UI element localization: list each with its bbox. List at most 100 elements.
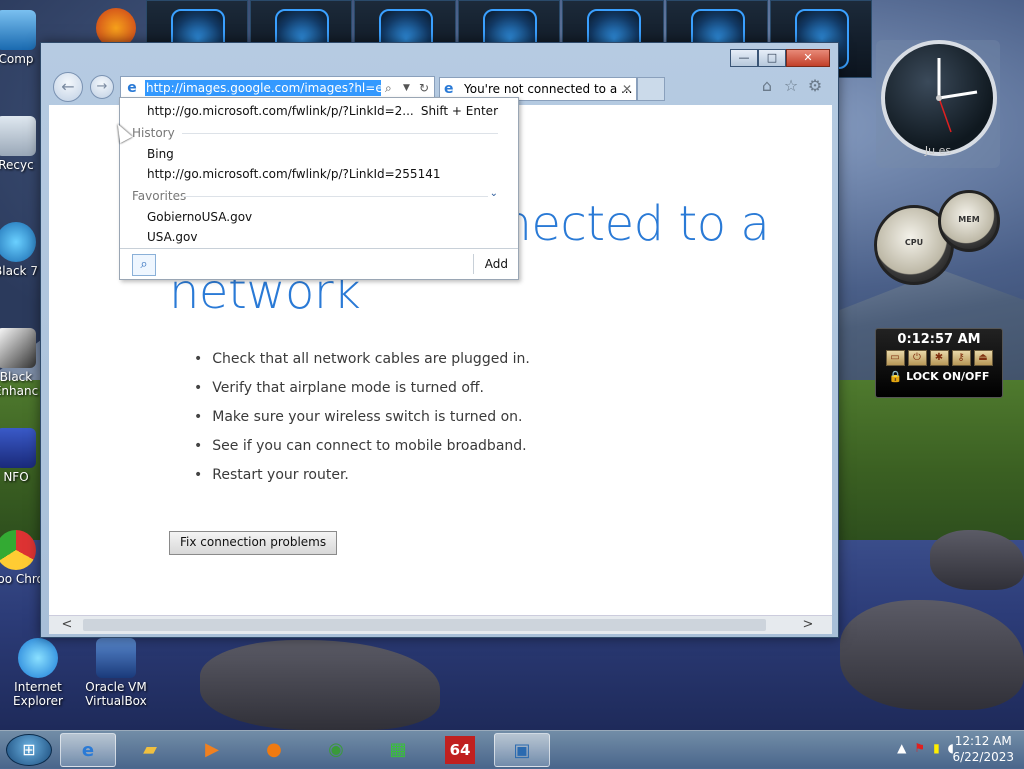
ie-icon [0,222,36,262]
list-item: Make sure your wireless switch is turned… [194,403,530,432]
clock-face [881,40,997,156]
dropdown-footer: ⌕ Add [120,248,518,279]
show-hidden-icons-icon[interactable]: ▲ [897,741,906,755]
ie-logo-icon: e [127,80,137,96]
address-url[interactable]: http://images.google.com/images?hl=en&u [145,80,381,96]
ie-icon: e [81,740,95,761]
taskbar-clock[interactable]: 12:12 AM 6/22/2023 [952,733,1014,765]
favorite-item[interactable]: GobiernoUSA.gov [147,208,252,226]
timer-gadget: 0:12:57 AM ▭ ⏻ ✱ ⚷ ⏏ 🔒 LOCK ON/OFF [875,328,1003,398]
clock-date: 6/22/2023 [952,750,1014,764]
timer-eject-icon[interactable]: ⏏ [973,350,993,366]
scroll-thumb[interactable] [83,619,766,631]
nfo-icon [0,428,36,468]
favorites-collapse-chevron-icon[interactable]: ⌄ [490,188,498,199]
history-header: History [132,126,175,140]
history-item[interactable]: Bing [147,145,174,163]
computer-icon [0,10,36,50]
memory-meter-label: MEM [958,215,980,225]
memory-meter: MEM [938,190,1000,252]
add-search-provider-button[interactable]: Add [485,255,508,273]
chrome-icon: ◉ [328,739,344,760]
desktop-icon-label: Comp [0,52,34,66]
desktop-icon-internet-explorer[interactable]: Internet Explorer [2,638,74,708]
home-icon[interactable]: ⌂ [757,76,777,96]
enhance-icon [0,328,36,368]
taskbar-media-player[interactable]: ▶ [184,733,240,767]
dropdown-suggestion[interactable]: http://go.microsoft.com/fwlink/p/?LinkId… [147,102,414,120]
forward-button[interactable]: → [90,75,114,99]
timer-star-icon[interactable]: ✱ [929,350,949,366]
tab-ie-icon: e [444,81,454,97]
clock-label: Ju es [924,144,952,157]
fix-connection-button[interactable]: Fix connection problems [169,531,338,555]
favorite-item[interactable]: USA.gov [147,228,198,246]
taskbar-monitor[interactable]: ▦ [370,733,426,767]
history-divider [182,133,498,134]
desktop-icon-label: Recyc [0,158,34,172]
timer-time: 0:12:57 AM [897,332,981,347]
timer-lock-button[interactable]: 🔒 LOCK ON/OFF [876,370,1002,383]
back-arrow-icon: ← [61,77,75,96]
taskbar-explorer[interactable]: ▰ [122,733,178,767]
list-item: Check that all network cables are plugge… [194,345,530,374]
history-item[interactable]: http://go.microsoft.com/fwlink/p/?LinkId… [147,165,440,183]
list-item: Restart your router. [194,461,530,490]
back-button[interactable]: ← [53,72,83,102]
start-button[interactable]: ⊞ [6,734,52,766]
ie-icon [18,638,58,678]
maximize-button[interactable]: □ [758,49,786,67]
timer-lock-label: LOCK ON/OFF [906,370,990,383]
taskbar-chrome[interactable]: ◉ [308,733,364,767]
scroll-right-icon[interactable]: > [798,616,818,634]
clock-time: 12:12 AM [954,734,1012,748]
minimize-button[interactable]: — [730,49,758,67]
recycle-bin-icon [0,116,36,156]
scroll-left-icon[interactable]: < [57,616,77,634]
battery-icon[interactable]: ▮ [933,741,940,755]
system-tray: ▲ ⚑ ▮ ◖ [897,741,954,755]
app64-icon: 64 [445,736,475,764]
address-dropdown: http://go.microsoft.com/fwlink/p/?LinkId… [119,97,519,280]
virtualbox-icon [96,638,136,678]
search-providers-icon[interactable]: ⌕ [132,254,156,276]
desktop-icon-label: NFO [3,470,29,484]
window-controls: — □ ✕ [730,49,830,67]
new-tab-button[interactable] [637,77,665,101]
desktop-icon-label: Goo Chro [0,572,44,586]
refresh-icon[interactable]: ↻ [419,80,429,96]
taskbar-ie[interactable]: e [60,733,116,767]
taskbar-network[interactable]: ▣ [494,733,550,767]
dropdown-arrow-icon[interactable]: ▼ [403,80,410,96]
settings-gear-icon[interactable]: ⚙ [805,76,825,96]
timer-power-icon[interactable]: ⏻ [907,350,927,366]
timer-screen-icon[interactable]: ▭ [885,350,905,366]
search-icon[interactable]: ⌕ [385,80,392,96]
favorites-star-icon[interactable]: ☆ [781,76,801,96]
flag-icon[interactable]: ⚑ [914,741,925,755]
taskbar-app64[interactable]: 64 [432,733,488,767]
dropdown-suggestion-hint: Shift + Enter [420,104,498,118]
clock-gadget[interactable]: Ju es [876,40,1000,168]
clock-hands-icon [936,58,978,133]
taskbar: ⊞ e ▰ ▶ ● ◉ ▦ 64 ▣ ▲ ⚑ ▮ ◖ 12:12 AM 6/22… [0,730,1024,769]
network-icon: ▣ [513,740,531,761]
tab-close-icon[interactable]: ✕ [622,78,632,100]
timer-key-icon[interactable]: ⚷ [951,350,971,366]
dropdown-footer-divider [473,254,474,274]
cpu-meter-label: CPU [904,237,924,247]
media-player-icon: ▶ [205,739,219,760]
horizontal-scrollbar[interactable]: < > [49,615,832,634]
taskbar-firefox[interactable]: ● [246,733,302,767]
desktop-icon-label: Oracle VM VirtualBox [85,680,147,708]
monitor-icon: ▦ [389,739,407,760]
close-button[interactable]: ✕ [786,49,830,67]
forward-arrow-icon: → [96,79,108,94]
desktop-icon-virtualbox[interactable]: Oracle VM VirtualBox [80,638,152,708]
firefox-icon: ● [266,739,282,760]
list-item: Verify that airplane mode is turned off. [194,374,530,403]
chrome-icon [0,530,36,570]
desktop-icon-label: Black 7 [0,264,38,278]
list-item: See if you can connect to mobile broadba… [194,432,530,461]
favorites-divider [182,196,488,197]
